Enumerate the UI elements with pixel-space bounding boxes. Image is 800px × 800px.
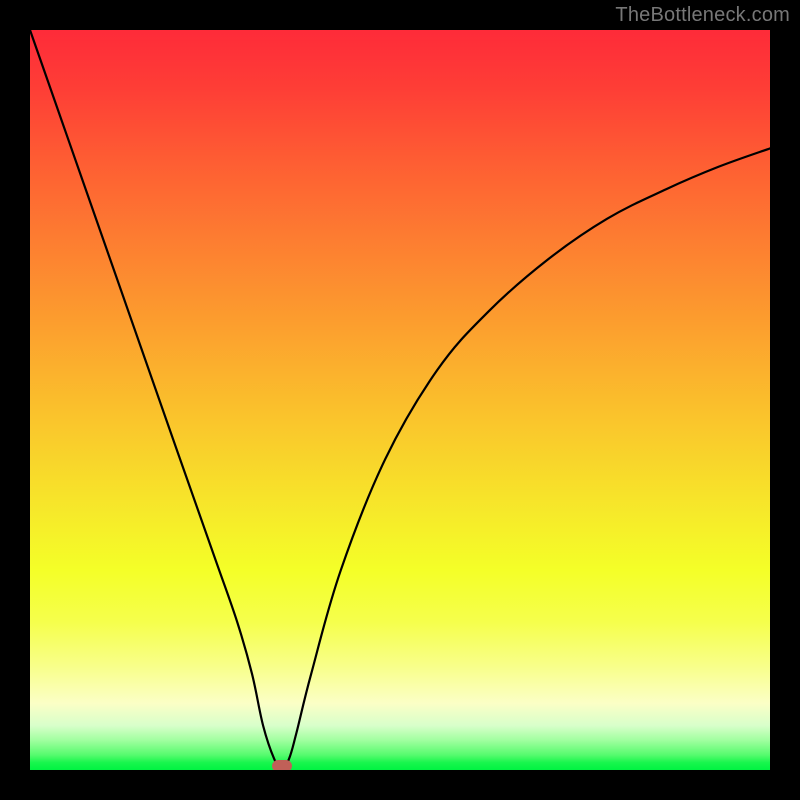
watermark-text: TheBottleneck.com	[615, 4, 790, 27]
bottleneck-curve	[30, 30, 770, 770]
plot-area	[30, 30, 770, 770]
chart-frame: TheBottleneck.com	[0, 0, 800, 800]
optimal-point-marker	[272, 760, 292, 770]
